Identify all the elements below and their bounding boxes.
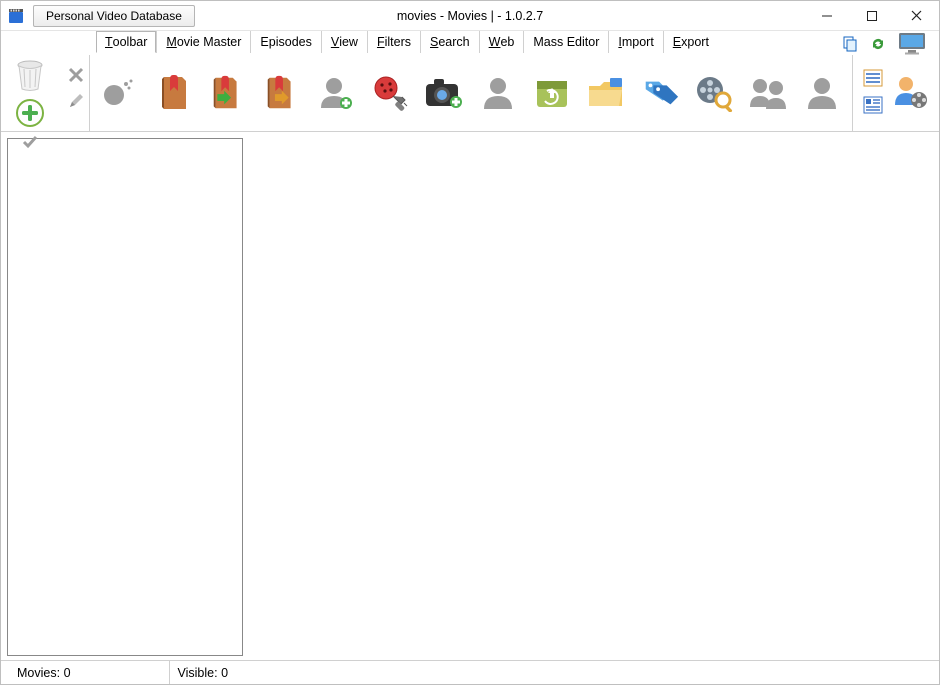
tags-icon[interactable] [640,73,680,113]
menu-web[interactable]: Web [479,31,524,53]
user-film-icon[interactable] [891,73,929,114]
folder-tab-icon[interactable] [586,73,626,113]
status-visible-value: 0 [221,666,228,680]
recycle-box-icon[interactable] [532,73,572,113]
window-controls [804,1,939,30]
edit-pencil-icon[interactable] [56,109,96,149]
film-search-icon[interactable] [694,73,734,113]
menu-import[interactable]: Import [608,31,662,53]
maximize-button[interactable] [849,1,894,30]
person-silhouette-icon[interactable] [802,73,842,113]
spray-icon[interactable] [100,73,140,113]
recycle-bin-icon[interactable] [8,57,52,93]
status-visible: Visible: 0 [169,661,237,684]
toolbar-main [90,55,852,131]
menubar-quick-icons [841,31,939,60]
movie-list-panel[interactable] [7,138,243,656]
list-detail-icon[interactable] [863,96,883,117]
list-icon[interactable] [863,69,883,90]
add-icon[interactable] [12,95,48,131]
confirm-check-icon[interactable] [20,132,40,152]
menu-search[interactable]: Search [420,31,479,53]
person-icon[interactable] [478,73,518,113]
delete-x-icon[interactable] [66,65,86,85]
people-group-icon[interactable] [748,73,788,113]
titlebar: Personal Video Database movies - Movies … [1,1,939,31]
toolbar-row [1,54,939,132]
detail-panel [249,138,933,656]
menu-view[interactable]: View [321,31,367,53]
book-down-icon[interactable] [208,73,248,113]
monitor-icon[interactable] [897,31,929,60]
status-movies: Movies: 0 [9,661,79,684]
app-menu-button[interactable]: Personal Video Database [33,5,195,27]
person-plus-icon[interactable] [316,73,356,113]
menu-movie-master[interactable]: Movie Master [156,31,250,53]
toolbar-left [1,55,90,131]
book-icon[interactable] [154,73,194,113]
copy-icon[interactable] [841,35,859,56]
status-movies-value: 0 [64,666,71,680]
menu-mass-editor[interactable]: Mass Editor [523,31,608,53]
menu-episodes[interactable]: Episodes [250,31,320,53]
app-window: Personal Video Database movies - Movies … [0,0,940,685]
minimize-button[interactable] [804,1,849,30]
menu-toolbar[interactable]: Toolbar [96,31,156,53]
status-visible-label: Visible: [178,666,218,680]
app-icon [7,7,25,25]
content-area [1,132,939,660]
status-movies-label: Movies: [17,666,60,680]
close-button[interactable] [894,1,939,30]
menubar: ToolbarMovie MasterEpisodesViewFiltersSe… [1,31,939,55]
toolbar-right [852,55,939,131]
app-menu-button-label: Personal Video Database [46,9,182,23]
camera-plus-icon[interactable] [424,73,464,113]
menu-export[interactable]: Export [663,31,718,53]
statusbar: Movies: 0 Visible: 0 [1,660,939,684]
menu-filters[interactable]: Filters [367,31,420,53]
refresh-icon[interactable] [869,35,887,56]
bug-plug-icon[interactable] [370,73,410,113]
book-right-icon[interactable] [262,73,302,113]
